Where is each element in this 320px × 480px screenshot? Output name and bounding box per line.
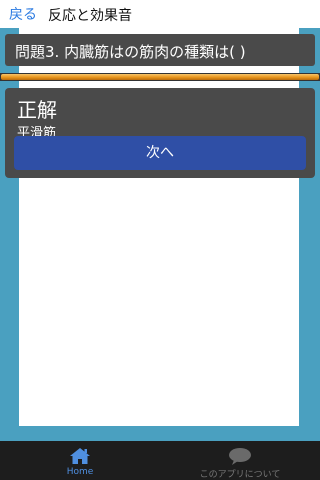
tab-about[interactable]: このアプリについて <box>160 441 320 480</box>
chat-bubble-icon <box>228 447 252 469</box>
question-text: 問題3. 内臓筋はの筋肉の種類は( ) <box>15 43 246 61</box>
navigation-bar: 戻る 反応と効果音 <box>0 0 320 28</box>
tab-about-label: このアプリについて <box>199 470 281 480</box>
next-button[interactable]: 次へ <box>14 136 306 170</box>
tab-home[interactable]: Home <box>0 441 160 480</box>
question-banner: 問題3. 内臓筋はの筋肉の種類は( ) <box>5 34 315 66</box>
page-title: 反応と効果音 <box>48 8 132 24</box>
home-icon <box>69 447 91 469</box>
back-button[interactable]: 戻る <box>9 4 37 24</box>
tab-home-label: Home <box>66 467 94 477</box>
result-label: 正解 <box>17 98 57 122</box>
tab-bar: Home このアプリについて <box>0 441 320 480</box>
progress-bar <box>0 73 320 81</box>
progress-fill <box>1 74 319 80</box>
